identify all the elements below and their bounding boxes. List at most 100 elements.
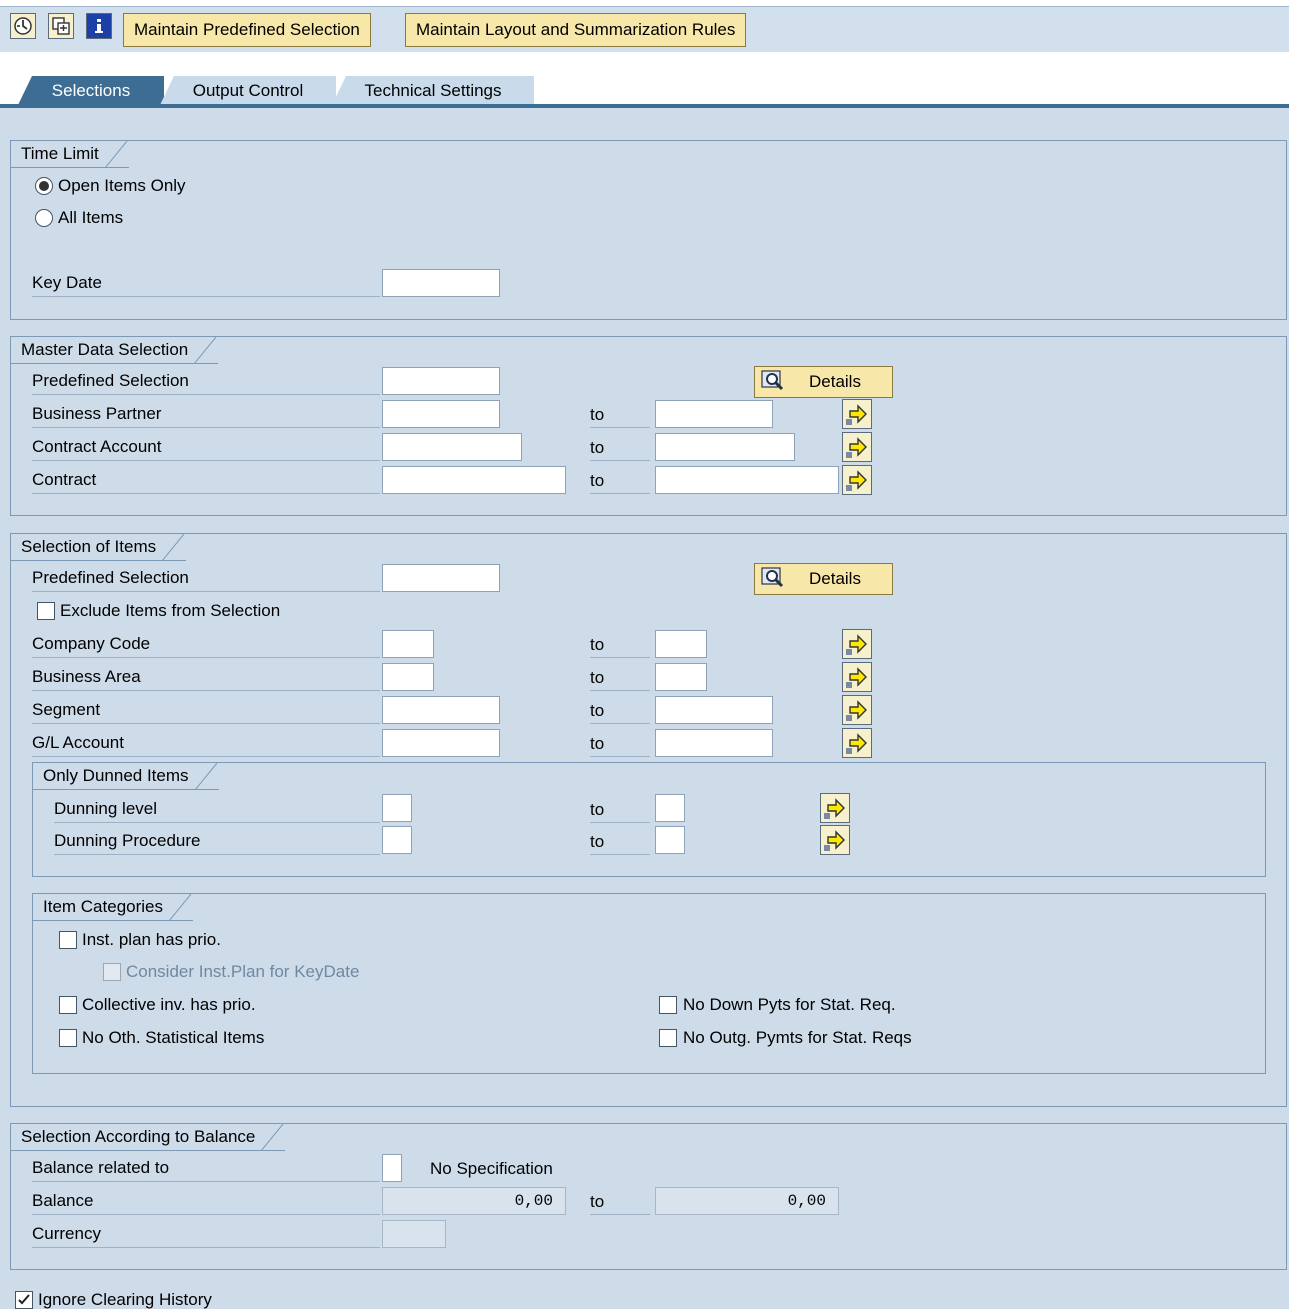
no-oth-statistical-checkbox[interactable] [59,1029,77,1047]
business-area-to-field[interactable] [655,663,707,691]
contract-account-to-field[interactable] [655,433,795,461]
consider-inst-plan-label: Consider Inst.Plan for KeyDate [126,962,360,981]
execute-icon[interactable] [10,13,36,39]
multiple-selection-icon[interactable] [842,728,872,758]
gl-account-from-field[interactable] [382,729,500,757]
group-title: Only Dunned Items [33,763,219,790]
key-date-label: Key Date [32,270,380,297]
inst-plan-prio-checkbox[interactable] [59,931,77,949]
ignore-clearing-history-checkbox[interactable] [15,1291,33,1309]
maintain-predefined-selection-button[interactable]: Maintain Predefined Selection [123,13,371,47]
to-label: to [590,828,650,855]
company-code-to-field[interactable] [655,630,707,658]
multiple-selection-icon[interactable] [842,465,872,495]
to-label: to [590,796,650,823]
info-icon[interactable] [86,13,112,39]
magnifier-icon [761,567,787,596]
group-title: Master Data Selection [11,337,219,364]
dunning-procedure-label: Dunning Procedure [54,828,380,855]
dunning-level-to-field[interactable] [655,794,685,822]
copy-variant-icon[interactable] [48,13,74,39]
group-title: Item Categories [33,894,193,921]
business-area-from-field[interactable] [382,663,434,691]
segment-label: Segment [32,697,380,724]
balance-group-title: Selection According to Balance [21,1127,256,1146]
currency-label: Currency [32,1221,380,1248]
master-data-title: Master Data Selection [21,340,189,359]
to-label: to [590,664,650,691]
multiple-selection-icon[interactable] [820,825,850,855]
business-partner-to-field[interactable] [655,400,773,428]
multiple-selection-icon[interactable] [842,695,872,725]
all-items-label: All Items [58,208,124,227]
no-down-pyts-checkbox[interactable] [659,996,677,1014]
items-details-label: Details [809,569,861,588]
collective-inv-prio-checkbox[interactable] [59,996,77,1014]
business-partner-label: Business Partner [32,401,380,428]
contract-account-from-field[interactable] [382,433,522,461]
md-details-label: Details [809,372,861,391]
dunning-procedure-to-field[interactable] [655,826,685,854]
application-toolbar: Maintain Predefined Selection Maintain L… [0,6,1289,52]
group-title: Selection of Items [11,534,187,561]
gl-account-label: G/L Account [32,730,380,757]
open-items-only-radio[interactable] [35,177,53,195]
items-predefined-selection-label: Predefined Selection [32,565,380,592]
md-predefined-selection-field[interactable] [382,367,500,395]
balance-related-to-field[interactable] [382,1154,402,1182]
to-label: to [590,1188,650,1215]
items-predefined-selection-field[interactable] [382,564,500,592]
balance-related-to-label: Balance related to [32,1155,380,1182]
gl-account-to-field[interactable] [655,729,773,757]
contract-label: Contract [32,467,380,494]
segment-from-field[interactable] [382,696,500,724]
dunning-procedure-from-field[interactable] [382,826,412,854]
magnifier-icon [761,370,787,399]
key-date-field[interactable] [382,269,500,297]
balance-from-field[interactable]: 0,00 [382,1187,566,1215]
multiple-selection-icon[interactable] [820,793,850,823]
collective-inv-prio-label: Collective inv. has prio. [82,995,256,1014]
segment-to-field[interactable] [655,696,773,724]
contract-to-field[interactable] [655,466,839,494]
dunning-level-from-field[interactable] [382,794,412,822]
exclude-items-checkbox[interactable] [37,602,55,620]
checkmark-icon [18,1294,30,1305]
multiple-selection-icon[interactable] [842,629,872,659]
multiple-selection-icon[interactable] [842,399,872,429]
no-outg-pymts-checkbox[interactable] [659,1029,677,1047]
to-label: to [590,631,650,658]
exclude-items-label: Exclude Items from Selection [60,601,281,620]
selection-of-items-title: Selection of Items [21,537,157,556]
tab-output-control[interactable]: Output Control [160,76,336,105]
consider-inst-plan-checkbox [103,963,121,981]
maintain-layout-button[interactable]: Maintain Layout and Summarization Rules [405,13,747,47]
tab-selections[interactable]: Selections [18,76,164,105]
balance-to-field[interactable]: 0,00 [655,1187,839,1215]
only-dunned-items-title: Only Dunned Items [43,766,189,785]
no-oth-statistical-label: No Oth. Statistical Items [82,1028,265,1047]
to-label: to [590,434,650,461]
group-title: Time Limit [11,141,129,168]
items-details-button[interactable]: Details [754,563,893,595]
no-outg-pymts-label: No Outg. Pymts for Stat. Reqs [683,1028,912,1047]
dunning-level-label: Dunning level [54,796,380,823]
contract-from-field[interactable] [382,466,566,494]
to-label: to [590,467,650,494]
open-items-only-label: Open Items Only [58,176,186,195]
md-details-button[interactable]: Details [754,366,893,398]
no-specification-text: No Specification [430,1159,553,1178]
company-code-from-field[interactable] [382,630,434,658]
item-categories-title: Item Categories [43,897,163,916]
ignore-clearing-history-label: Ignore Clearing History [38,1290,212,1309]
md-predefined-selection-label: Predefined Selection [32,368,380,395]
all-items-radio[interactable] [35,209,53,227]
tab-technical-settings[interactable]: Technical Settings [332,76,534,105]
contract-account-label: Contract Account [32,434,380,461]
business-area-label: Business Area [32,664,380,691]
balance-label: Balance [32,1188,380,1215]
business-partner-from-field[interactable] [382,400,500,428]
multiple-selection-icon[interactable] [842,662,872,692]
currency-field[interactable] [382,1220,446,1248]
multiple-selection-icon[interactable] [842,432,872,462]
